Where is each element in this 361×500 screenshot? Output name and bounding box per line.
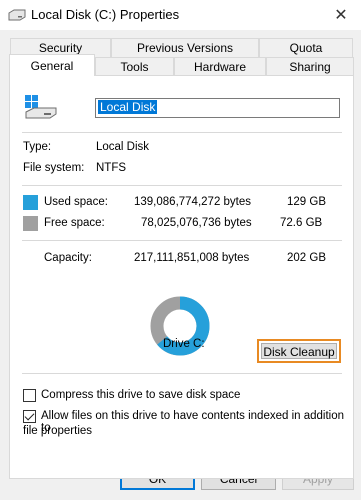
capacity-label: Capacity: [44, 252, 92, 264]
dialog-body: Security Previous Versions Quota General… [0, 30, 361, 500]
tab-previous-versions[interactable]: Previous Versions [111, 38, 259, 57]
tab-label: Hardware [193, 60, 247, 74]
free-space-label: Free space: [44, 217, 105, 229]
disk-cleanup-label: Disk Cleanup [261, 343, 337, 359]
window-title: Local Disk (C:) Properties [31, 7, 180, 22]
close-button[interactable]: ✕ [321, 0, 361, 30]
tab-label: Sharing [289, 60, 331, 74]
divider [22, 185, 342, 186]
tab-hardware[interactable]: Hardware [174, 57, 266, 76]
disk-cleanup-button[interactable]: Disk Cleanup [257, 339, 341, 363]
tab-tools[interactable]: Tools [95, 57, 174, 76]
capacity-bytes: 217,111,851,008 bytes [134, 252, 250, 264]
capacity-gb: 202 GB [287, 252, 326, 264]
drive-name-value: Local Disk [98, 100, 158, 114]
used-space-label: Used space: [44, 196, 108, 208]
windows-drive-icon [25, 95, 57, 119]
index-label-line2: file properties [23, 425, 93, 437]
tab-label: General [30, 59, 74, 73]
divider [22, 132, 342, 133]
used-space-swatch [23, 195, 38, 210]
drive-letter-label: Drive C: [163, 338, 205, 350]
type-value: Local Disk [96, 141, 150, 153]
tab-label: Previous Versions [136, 41, 234, 55]
tab-label: Quota [289, 41, 323, 55]
used-space-gb: 129 GB [287, 196, 326, 208]
tab-label: Tools [120, 60, 149, 74]
file-system-label: File system: [23, 162, 85, 174]
tab-general[interactable]: General [9, 54, 95, 76]
tab-label: Security [38, 41, 83, 55]
general-tab-panel: Local Disk Type: Local Disk File system:… [9, 75, 354, 479]
type-label: Type: [23, 141, 52, 153]
compress-checkbox[interactable] [23, 389, 36, 402]
divider [22, 373, 342, 374]
tab-sharing[interactable]: Sharing [266, 57, 354, 76]
title-bar: Local Disk (C:) Properties ✕ [0, 0, 361, 30]
index-checkbox[interactable] [23, 410, 36, 423]
used-space-bytes: 139,086,774,272 bytes [134, 196, 252, 208]
free-space-gb: 72.6 GB [280, 217, 323, 229]
divider [22, 240, 342, 241]
free-space-swatch [23, 216, 38, 231]
tab-quota[interactable]: Quota [259, 38, 353, 57]
drive-name-input[interactable]: Local Disk [95, 98, 340, 118]
compress-label: Compress this drive to save disk space [41, 389, 241, 401]
close-icon: ✕ [334, 7, 348, 24]
free-space-bytes: 78,025,076,736 bytes [141, 217, 252, 229]
drive-icon [8, 9, 26, 21]
file-system-value: NTFS [96, 162, 127, 174]
